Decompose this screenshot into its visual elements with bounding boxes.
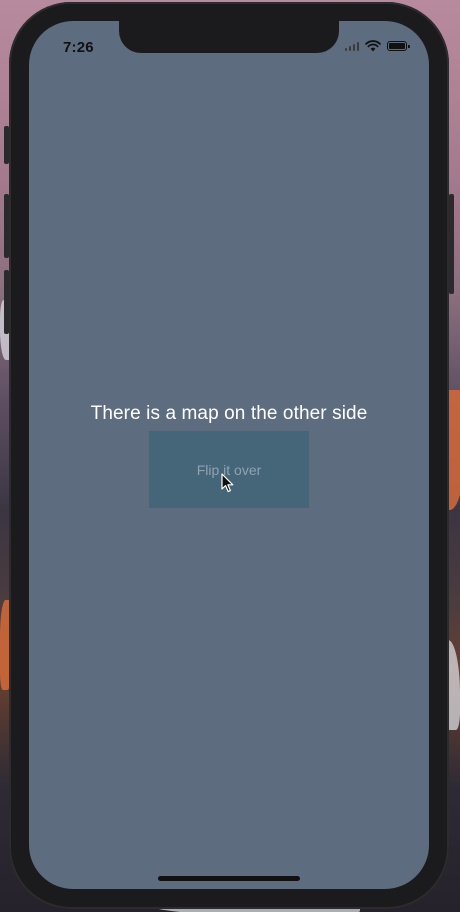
desktop-wallpaper: 7:26 There is a map on the other side Fl (0, 0, 460, 912)
battery-icon (387, 41, 410, 51)
notch (119, 21, 339, 53)
phone-frame: 7:26 There is a map on the other side Fl (4, 2, 454, 909)
power-button (449, 194, 454, 294)
map-message: There is a map on the other side (90, 403, 368, 424)
mouse-cursor-icon (221, 473, 234, 493)
status-icons (344, 40, 410, 52)
wifi-icon (365, 40, 381, 52)
app-screen: 7:26 There is a map on the other side Fl (29, 21, 429, 889)
volume-up-button (4, 194, 9, 258)
status-time: 7:26 (63, 39, 94, 56)
signal-icon (344, 41, 359, 51)
mute-switch (4, 126, 9, 164)
home-indicator[interactable] (158, 876, 300, 881)
flip-it-over-button[interactable]: Flip it over (149, 431, 309, 508)
volume-down-button (4, 270, 9, 334)
